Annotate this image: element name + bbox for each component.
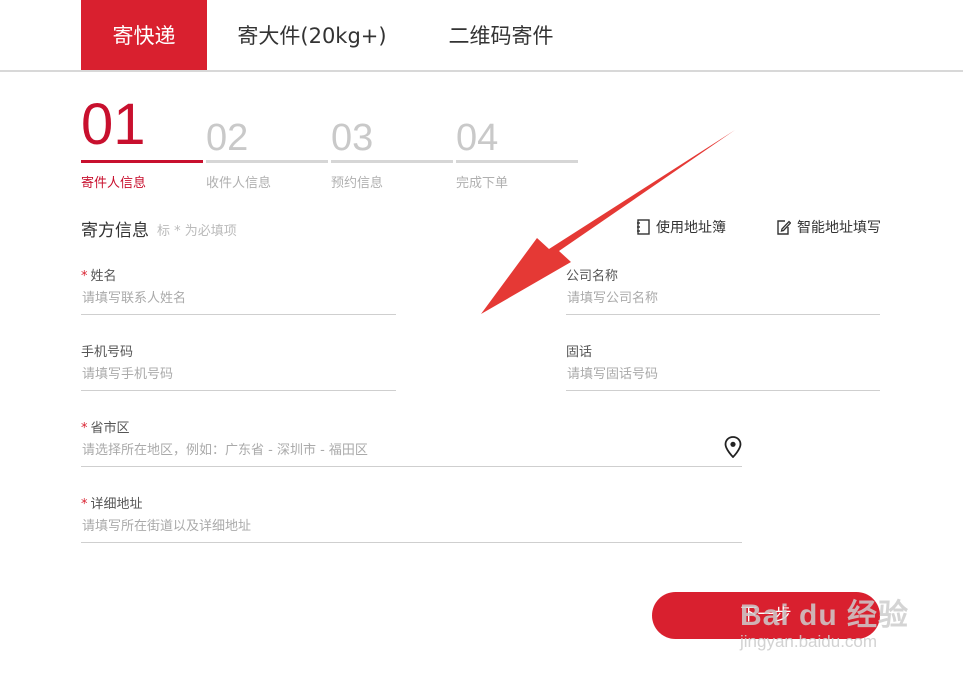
step-number: 01 [81,92,146,157]
address-field: * 详细地址 [81,493,742,543]
edit-icon [776,219,791,235]
company-label: 公司名称 [566,269,619,284]
smart-address-fill-button[interactable]: 智能地址填写 [776,217,881,237]
section-title: 寄方信息 [81,221,149,241]
company-field: 公司名称 [566,265,880,315]
name-label: * 姓名 [81,269,117,284]
step-number: 02 [206,117,249,159]
step-label: 完成下单 [456,176,509,191]
step-label: 收件人信息 [206,176,272,191]
tab-bar: 寄快递 寄大件(20kg+) 二维码寄件 [0,0,963,72]
required-note: 标 * 为必填项 [157,224,237,239]
region-field: * 省市区 [81,417,742,467]
step-progress-bar [331,160,453,163]
step-label: 寄件人信息 [81,176,147,191]
landline-field: 固话 [566,341,880,391]
region-label: * 省市区 [81,421,130,436]
use-address-book-button[interactable]: 使用地址簿 [636,217,726,237]
company-input[interactable] [566,289,880,315]
step-progress-bar [206,160,328,163]
step-progress-bar [456,160,578,163]
address-label: * 详细地址 [81,497,143,512]
name-field: * 姓名 [81,265,396,315]
region-input[interactable] [81,441,742,467]
address-book-icon [636,219,650,235]
smart-fill-label: 智能地址填写 [797,220,881,236]
landline-input[interactable] [566,365,880,391]
step-number: 03 [331,117,374,159]
tab-send-large[interactable]: 寄大件(20kg+) [224,0,400,70]
address-input[interactable] [81,517,742,543]
landline-label: 固话 [566,345,593,360]
address-book-label: 使用地址簿 [656,220,726,236]
name-input[interactable] [81,289,396,315]
tab-qrcode-send[interactable]: 二维码寄件 [430,0,572,70]
location-pin-icon[interactable] [724,436,742,462]
tab-send-express[interactable]: 寄快递 [81,0,207,70]
next-step-button[interactable]: 下一步 [652,592,880,639]
step-label: 预约信息 [331,176,384,191]
mobile-input[interactable] [81,365,396,391]
mobile-label: 手机号码 [81,345,134,360]
mobile-field: 手机号码 [81,341,396,391]
step-number: 04 [456,117,499,159]
step-progress-bar [81,160,203,163]
